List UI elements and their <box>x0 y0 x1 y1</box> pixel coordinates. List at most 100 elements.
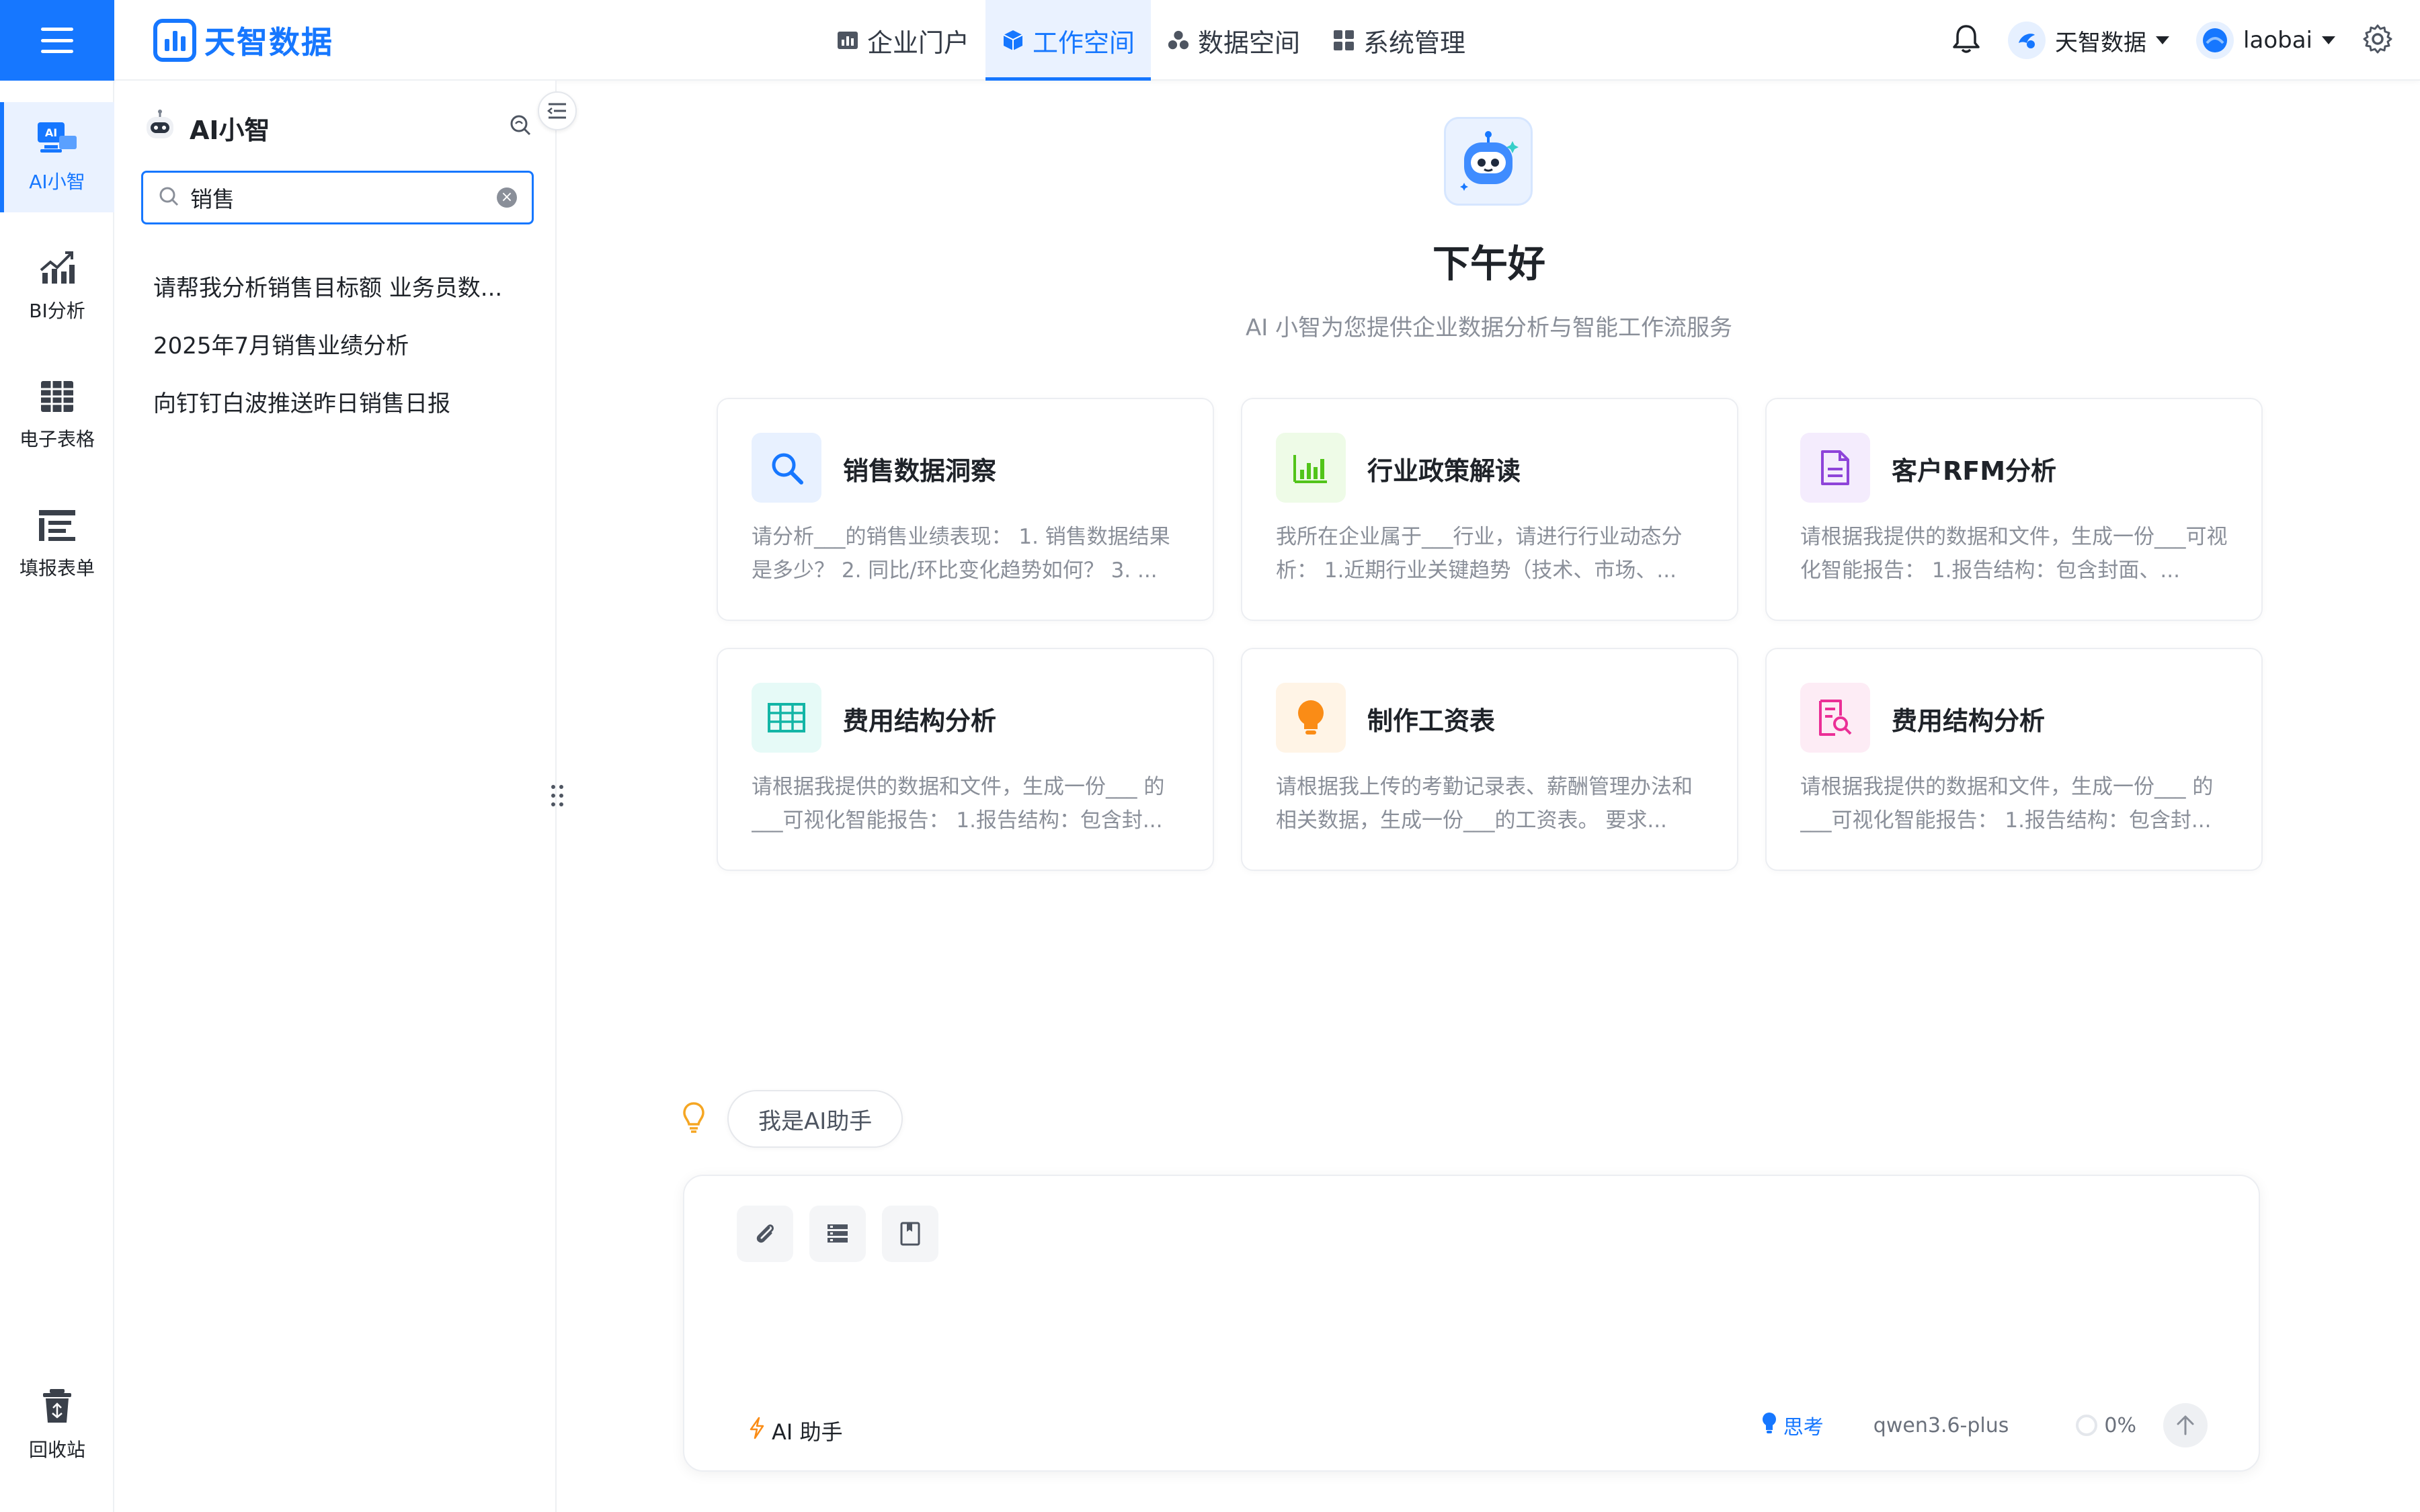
assistant-mode-label: AI 助手 <box>772 1419 843 1445</box>
conversation-panel: AI小智 × 请帮我分析销售目标额 业务员数... 2025年7月销售业绩分析 … <box>116 81 557 1512</box>
doc-search-icon <box>1800 683 1870 753</box>
rail-item-form[interactable]: 填报表单 <box>0 489 114 599</box>
user-menu[interactable]: laobai <box>2196 22 2335 59</box>
history-item[interactable]: 请帮我分析销售目标额 业务员数... <box>153 257 530 314</box>
lightbulb-icon <box>682 1101 706 1136</box>
data-source-button[interactable] <box>809 1206 866 1262</box>
history-item[interactable]: 向钉钉白波推送昨日销售日报 <box>153 372 530 430</box>
progress-ring-icon <box>2076 1415 2098 1436</box>
brand-logo[interactable]: 天智数据 <box>153 16 333 65</box>
think-label: 思考 <box>1783 1416 1824 1439</box>
nav-workspace[interactable]: 工作空间 <box>985 0 1152 81</box>
think-toggle[interactable]: 思考 <box>1761 1411 1824 1440</box>
bi-chart-icon <box>38 250 76 290</box>
paperclip-icon <box>756 1224 774 1243</box>
bell-icon[interactable] <box>1951 24 1981 57</box>
cluster-icon <box>1167 29 1190 52</box>
bar-chart-icon <box>836 29 859 52</box>
card-description: 请分析___的销售业绩表现： 1. 销售数据结果是多少？ 2. 同比/环比变化趋… <box>752 525 1170 583</box>
card-title: 客户RFM分析 <box>1892 456 2057 486</box>
nav-data-space[interactable]: 数据空间 <box>1151 0 1316 81</box>
chat-composer: AI 助手 思考 qwen3.6-plus 0% <box>683 1175 2260 1472</box>
main-content: 下午好 AI 小智为您提供企业数据分析与智能工作流服务 销售数据洞察 请分析__… <box>558 81 2420 1512</box>
cube-icon <box>1002 29 1024 52</box>
bar-chart-icon <box>1276 433 1346 503</box>
top-bar: 天智数据 企业门户 工作空间 数据空间 系统管理 天智数据 laobai <box>0 0 2420 81</box>
card-title: 销售数据洞察 <box>843 456 997 486</box>
rail-item-bi[interactable]: BI分析 <box>0 231 114 341</box>
context-usage: 0% <box>2076 1414 2136 1437</box>
suggestion-chip[interactable]: 我是AI助手 <box>727 1090 903 1148</box>
arrow-up-icon <box>2177 1415 2194 1435</box>
rail-item-ai[interactable]: AI AI小智 <box>0 102 114 212</box>
caret-down-icon <box>2156 36 2170 44</box>
prompt-card-policy[interactable]: 行业政策解读 我所在企业属于___行业，请进行行业动态分析： 1.近期行业关键趋… <box>1241 398 1738 621</box>
greeting-subtitle: AI 小智为您提供企业数据分析与智能工作流服务 <box>1245 314 1733 341</box>
prompt-card-rfm[interactable]: 客户RFM分析 请根据我提供的数据和文件，生成一份___可视化智能报告： 1.报… <box>1765 398 2263 621</box>
org-name: 天智数据 <box>2055 29 2147 56</box>
rail-item-spreadsheet[interactable]: 电子表格 <box>0 360 114 470</box>
search-history-icon[interactable] <box>508 113 532 140</box>
rail-label: 回收站 <box>28 1438 85 1461</box>
history-item[interactable]: 2025年7月销售业绩分析 <box>153 314 530 372</box>
prompt-card-sales-insight[interactable]: 销售数据洞察 请分析___的销售业绩表现： 1. 销售数据结果是多少？ 2. 同… <box>717 398 1214 621</box>
rail-label: AI小智 <box>29 170 85 193</box>
bulb-icon <box>1276 683 1346 753</box>
rail-item-recycle-bin[interactable]: 回收站 <box>0 1370 114 1480</box>
lightning-icon <box>749 1417 765 1445</box>
history-search-field[interactable]: × <box>141 171 534 224</box>
ai-bot-avatar <box>1444 117 1533 206</box>
svg-text:AI: AI <box>45 126 57 139</box>
suggestion-row: 我是AI助手 <box>682 1090 903 1148</box>
card-description: 我所在企业属于___行业，请进行行业动态分析： 1.近期行业关键趋势（技术、市场… <box>1276 525 1683 583</box>
brand-logo-icon <box>153 19 196 62</box>
prompt-card-cost-structure[interactable]: 费用结构分析 请根据我提供的数据和文件，生成一份___ 的___可视化智能报告：… <box>717 648 1214 871</box>
org-switcher[interactable]: 天智数据 <box>2008 22 2170 59</box>
nav-system-management[interactable]: 系统管理 <box>1316 0 1482 81</box>
model-selector[interactable]: qwen3.6-plus <box>1873 1414 2009 1437</box>
nav-enterprise-portal[interactable]: 企业门户 <box>820 0 985 81</box>
attach-button[interactable] <box>737 1206 793 1262</box>
grid-icon <box>1332 29 1355 52</box>
table-icon <box>752 683 821 753</box>
card-description: 请根据我提供的数据和文件，生成一份___可视化智能报告： 1.报告结构：包含封面… <box>1800 525 2228 583</box>
caret-down-icon <box>2322 36 2335 44</box>
assistant-mode[interactable]: AI 助手 <box>749 1415 843 1446</box>
rail-label: BI分析 <box>29 299 85 322</box>
rail-label: 填报表单 <box>19 556 95 579</box>
brand-name: 天智数据 <box>204 24 333 60</box>
card-description: 请根据我上传的考勤记录表、薪酬管理办法和相关数据，生成一份___的工资表。 要求… <box>1276 775 1693 833</box>
message-input[interactable] <box>725 1277 2217 1384</box>
recycle-icon <box>40 1388 74 1429</box>
card-title: 费用结构分析 <box>843 706 997 736</box>
form-icon <box>38 509 77 547</box>
menu-toggle-button[interactable] <box>0 0 114 81</box>
database-list-icon <box>828 1224 848 1243</box>
panel-header: AI小智 <box>143 109 270 146</box>
knowledge-base-button[interactable] <box>882 1206 938 1262</box>
nav-label: 工作空间 <box>1033 28 1135 58</box>
top-nav: 企业门户 工作空间 数据空间 系统管理 <box>820 0 1482 81</box>
user-name: laobai <box>2243 27 2312 54</box>
search-icon <box>158 185 179 210</box>
send-button[interactable] <box>2163 1403 2208 1447</box>
card-description: 请根据我提供的数据和文件，生成一份___ 的___可视化智能报告： 1.报告结构… <box>1800 775 2214 833</box>
book-icon <box>900 1222 920 1246</box>
history-list: 请帮我分析销售目标额 业务员数... 2025年7月销售业绩分析 向钉钉白波推送… <box>153 257 530 430</box>
clear-search-icon[interactable]: × <box>497 187 517 208</box>
prompt-card-payroll[interactable]: 制作工资表 请根据我上传的考勤记录表、薪酬管理办法和相关数据，生成一份___的工… <box>1241 648 1738 871</box>
context-usage-value: 0% <box>2104 1413 2136 1437</box>
bulb-icon <box>1761 1411 1778 1439</box>
search-icon <box>752 433 821 503</box>
spreadsheet-icon <box>40 380 75 418</box>
panel-title: AI小智 <box>190 115 270 145</box>
greeting-title: 下午好 <box>1433 243 1545 286</box>
nav-label: 企业门户 <box>867 28 970 58</box>
prompt-card-cost-structure-2[interactable]: 费用结构分析 请根据我提供的数据和文件，生成一份___ 的___可视化智能报告：… <box>1765 648 2263 871</box>
app-rail: AI AI小智 BI分析 电子表格 填报表单 回收站 <box>0 81 114 1512</box>
org-logo-icon <box>2008 22 2046 59</box>
history-search-input[interactable] <box>190 184 497 211</box>
hamburger-icon <box>41 28 73 53</box>
card-title: 制作工资表 <box>1367 706 1496 736</box>
settings-gear-icon[interactable] <box>2362 24 2393 57</box>
